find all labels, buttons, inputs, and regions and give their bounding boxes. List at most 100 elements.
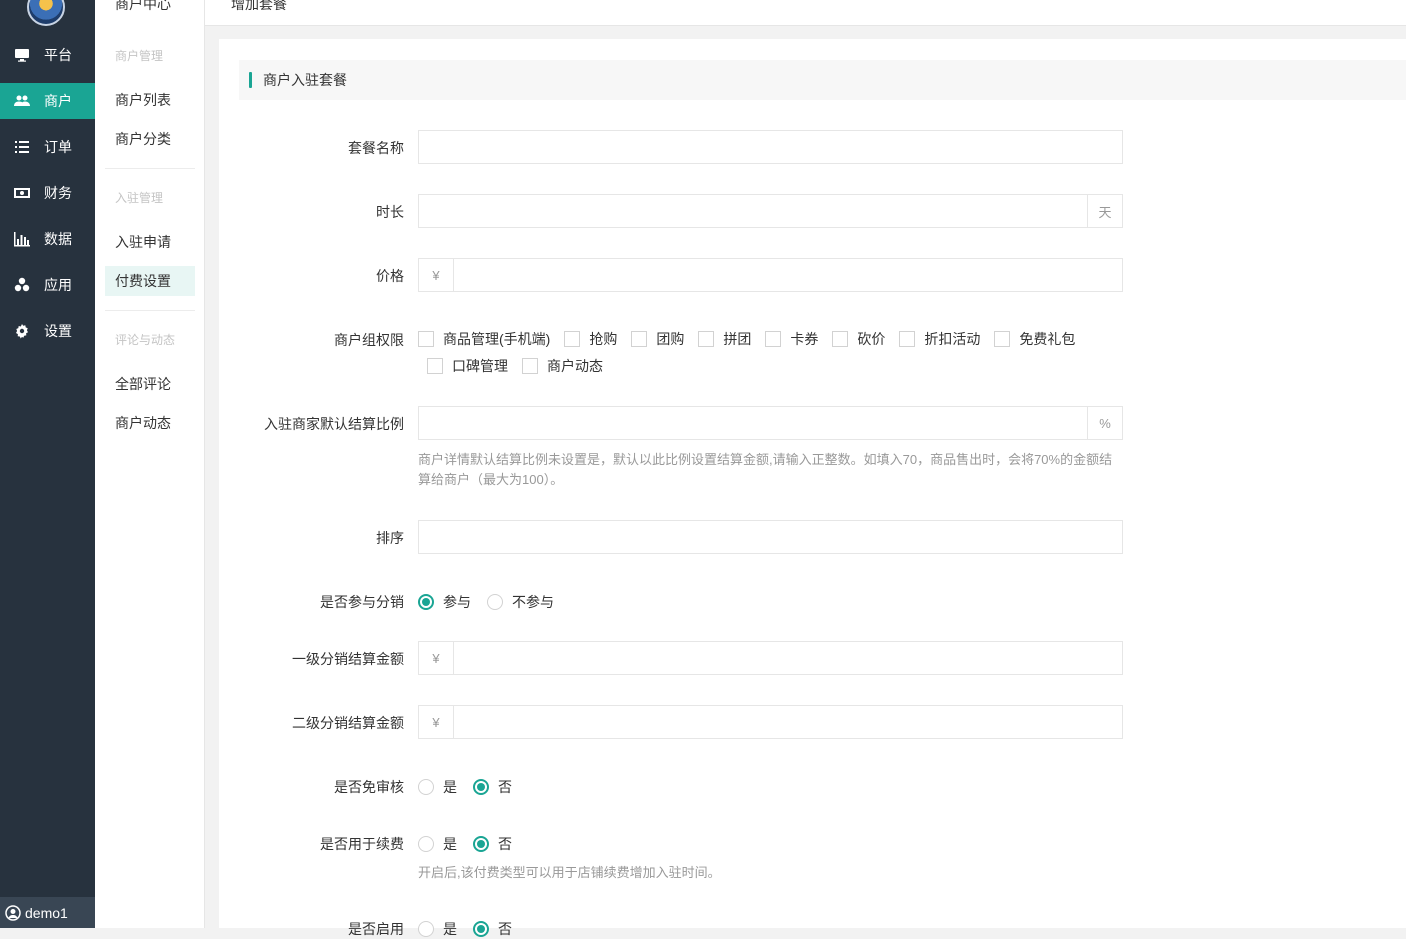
sidebar-item-orders[interactable]: 订单 bbox=[0, 129, 95, 165]
subnav-item-merchant-list[interactable]: 商户列表 bbox=[105, 85, 195, 115]
checkbox-label: 口碑管理 bbox=[452, 357, 508, 374]
percent-unit: % bbox=[1087, 407, 1122, 439]
permission-checkbox[interactable]: 免费礼包 bbox=[994, 325, 1075, 352]
radio-yes[interactable]: 是 bbox=[418, 777, 457, 797]
subnav-group-title: 评论与动态 bbox=[115, 333, 176, 347]
user-menu[interactable]: demo1 bbox=[0, 897, 95, 928]
renew-label: 是否用于续费 bbox=[320, 836, 404, 852]
radio-participate[interactable]: 参与 bbox=[418, 592, 471, 612]
radio-not-participate[interactable]: 不参与 bbox=[487, 592, 554, 612]
checkbox-box[interactable] bbox=[765, 330, 782, 347]
checkbox-box[interactable] bbox=[698, 330, 715, 347]
cubes-icon bbox=[14, 277, 30, 293]
permission-label: 商户组权限 bbox=[334, 332, 404, 348]
user-icon bbox=[5, 904, 21, 921]
subnav-title: 商户中心 bbox=[115, 0, 171, 12]
radio-dot[interactable] bbox=[473, 779, 489, 795]
radio-dot[interactable] bbox=[473, 836, 489, 852]
currency-symbol: ¥ bbox=[419, 259, 454, 291]
audit-label: 是否免审核 bbox=[334, 779, 404, 795]
duration-label: 时长 bbox=[376, 204, 404, 220]
permission-checkbox[interactable]: 团购 bbox=[631, 325, 684, 352]
checkbox-label: 砍价 bbox=[857, 330, 886, 347]
subnav-item-payment-settings[interactable]: 付费设置 bbox=[105, 266, 195, 296]
radio-dot[interactable] bbox=[418, 779, 434, 795]
price-input[interactable]: ¥ bbox=[418, 258, 1123, 292]
permission-checkbox[interactable]: 拼团 bbox=[698, 325, 751, 352]
sort-label: 排序 bbox=[376, 530, 404, 546]
renew-radio-group: 是 否 bbox=[418, 834, 528, 854]
checkbox-box[interactable] bbox=[522, 357, 538, 374]
subnav-item-merchant-category[interactable]: 商户分类 bbox=[105, 124, 195, 154]
radio-no[interactable]: 否 bbox=[473, 919, 512, 939]
radio-dot[interactable] bbox=[418, 921, 434, 937]
logo bbox=[27, 0, 65, 26]
price-label: 价格 bbox=[376, 268, 404, 284]
renew-hint: 开启后,该付费类型可以用于店铺续费增加入驻时间。 bbox=[418, 865, 721, 880]
section-header: 商户入驻套餐 bbox=[239, 60, 1406, 100]
sidebar-item-settings[interactable]: 设置 bbox=[0, 313, 95, 349]
permission-checkbox[interactable]: 商品管理(手机端) bbox=[418, 325, 550, 352]
package-name-input[interactable] bbox=[418, 130, 1123, 164]
distribution-radio-group: 参与 不参与 bbox=[418, 592, 570, 612]
divider bbox=[105, 168, 195, 169]
radio-dot[interactable] bbox=[487, 594, 503, 610]
checkbox-box[interactable] bbox=[427, 357, 443, 374]
ratio-input[interactable]: % bbox=[418, 406, 1123, 440]
subnav-item-apply[interactable]: 入驻申请 bbox=[105, 227, 195, 257]
duration-input[interactable]: 天 bbox=[418, 194, 1123, 228]
radio-label: 是 bbox=[443, 836, 457, 852]
list-icon bbox=[14, 139, 30, 155]
level1-amount-input[interactable]: ¥ bbox=[418, 641, 1123, 675]
radio-label: 否 bbox=[498, 836, 512, 852]
currency-symbol: ¥ bbox=[419, 706, 454, 738]
sort-input[interactable] bbox=[418, 520, 1123, 554]
checkbox-label: 商户动态 bbox=[547, 357, 603, 374]
sidebar-item-apps[interactable]: 应用 bbox=[0, 267, 95, 303]
checkbox-box[interactable] bbox=[631, 330, 648, 347]
sidebar-item-platform[interactable]: 平台 bbox=[0, 37, 95, 73]
sidebar-item-label: 订单 bbox=[44, 139, 72, 155]
radio-no[interactable]: 否 bbox=[473, 777, 512, 797]
form-card: 商户入驻套餐 套餐名称 时长 天 价格 ¥ 商户组权限 商品管理(手机端) 抢购… bbox=[219, 39, 1406, 937]
radio-label: 是 bbox=[443, 779, 457, 795]
permission-checkbox[interactable]: 抢购 bbox=[564, 325, 617, 352]
sidebar-item-label: 应用 bbox=[44, 277, 72, 293]
radio-dot[interactable] bbox=[418, 836, 434, 852]
permission-checkbox[interactable]: 砍价 bbox=[832, 325, 885, 352]
subnav-item-merchant-feed[interactable]: 商户动态 bbox=[105, 408, 195, 438]
duration-unit: 天 bbox=[1087, 195, 1122, 227]
name-label: 套餐名称 bbox=[348, 140, 404, 156]
permission-checkbox[interactable]: 折扣活动 bbox=[899, 325, 980, 352]
permission-checkbox[interactable]: 卡券 bbox=[765, 325, 818, 352]
checkbox-box[interactable] bbox=[564, 330, 581, 347]
checkbox-label: 折扣活动 bbox=[924, 330, 981, 347]
bar-chart-icon bbox=[14, 231, 30, 247]
checkbox-box[interactable] bbox=[832, 330, 849, 347]
sidebar-item-data[interactable]: 数据 bbox=[0, 221, 95, 257]
radio-yes[interactable]: 是 bbox=[418, 834, 457, 854]
checkbox-box[interactable] bbox=[994, 330, 1011, 347]
level2-amount-input[interactable]: ¥ bbox=[418, 705, 1123, 739]
enable-radio-group: 是 否 bbox=[418, 919, 528, 939]
users-icon bbox=[14, 93, 30, 109]
radio-yes[interactable]: 是 bbox=[418, 919, 457, 939]
radio-dot[interactable] bbox=[418, 594, 434, 610]
subnav-group-title: 入驻管理 bbox=[115, 191, 164, 205]
subnav-item-all-comments[interactable]: 全部评论 bbox=[105, 369, 195, 399]
main-sidebar: 平台 商户 订单 财务 数据 应用 设置 demo1 bbox=[0, 0, 95, 928]
radio-label: 否 bbox=[498, 779, 512, 795]
sidebar-item-label: 数据 bbox=[44, 231, 72, 247]
checkbox-label: 团购 bbox=[656, 330, 685, 347]
checkbox-box[interactable] bbox=[418, 330, 434, 347]
radio-no[interactable]: 否 bbox=[473, 834, 512, 854]
permission-checkboxes: 商品管理(手机端) 抢购 团购 拼团 卡券 砍价 折扣活动 免费礼包 口碑管理 … bbox=[418, 325, 1123, 379]
radio-dot[interactable] bbox=[473, 921, 489, 937]
subnav-group-title: 商户管理 bbox=[115, 49, 164, 63]
sidebar-item-finance[interactable]: 财务 bbox=[0, 175, 95, 211]
sidebar-item-merchant[interactable]: 商户 bbox=[0, 83, 95, 119]
permission-checkbox[interactable]: 商户动态 bbox=[522, 352, 603, 379]
permission-checkbox[interactable]: 口碑管理 bbox=[418, 352, 508, 379]
checkbox-box[interactable] bbox=[899, 330, 916, 347]
checkbox-label: 免费礼包 bbox=[1019, 330, 1076, 347]
